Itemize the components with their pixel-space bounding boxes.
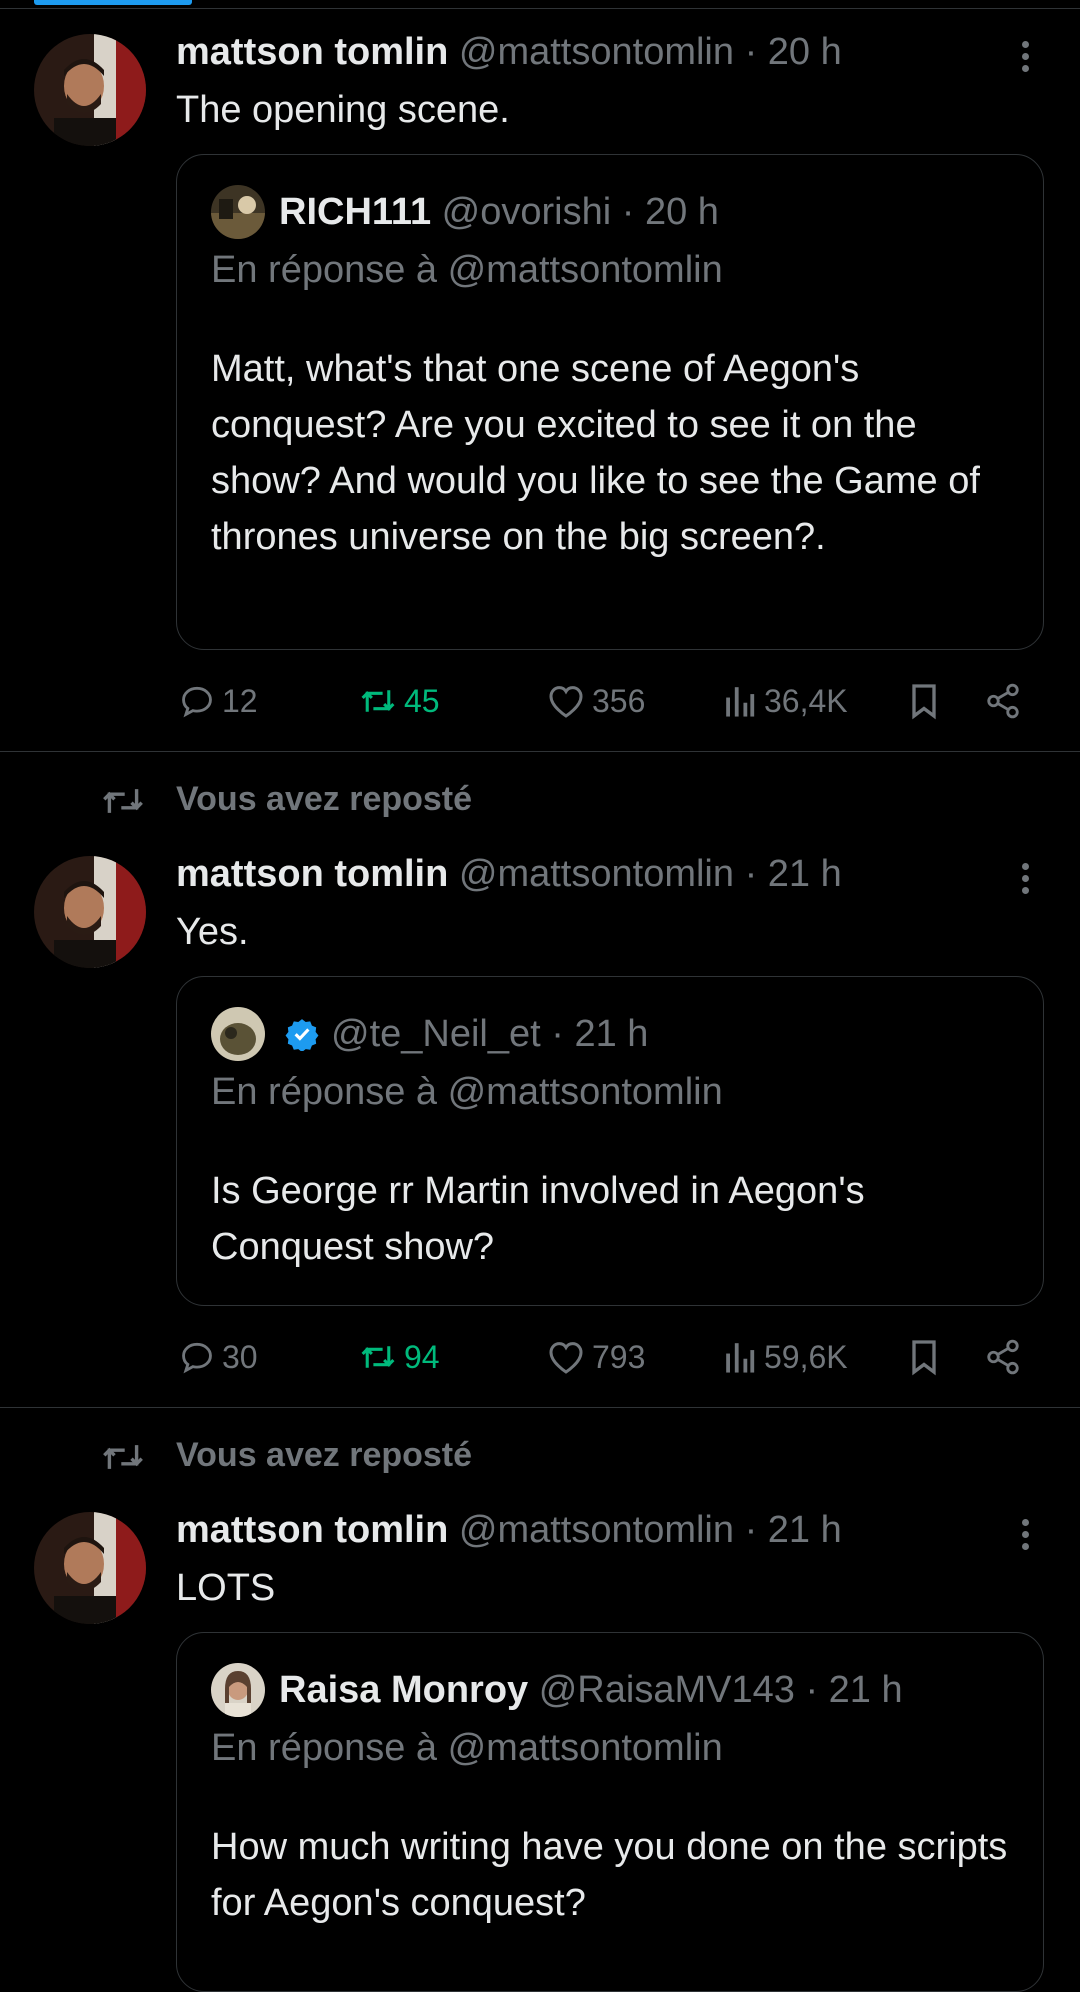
views-button[interactable]: 59,6K [722,1332,848,1382]
views-button[interactable]: 36,4K [722,676,848,726]
bookmark-button[interactable] [906,1332,942,1382]
repost-icon [361,1346,395,1368]
view-count: 36,4K [764,682,848,719]
quote-header: @te_Neil_et · 21 h [211,1007,648,1061]
quote-author-handle: @RaisaMV143 [538,1669,795,1711]
author-avatar[interactable] [34,1512,146,1624]
quote-header: Raisa Monroy @RaisaMV143 · 21 h [211,1663,903,1717]
post-time[interactable]: 21 h [768,1509,842,1551]
reply-icon [182,686,212,718]
repost-count: 45 [404,682,440,719]
post-actions: 12 45 356 36,4K [0,676,1080,726]
author-avatar[interactable] [34,34,146,146]
quote-avatar [211,185,265,239]
post-actions: 30 94 793 59,6K [0,1332,1080,1382]
more-options-icon[interactable] [1010,1512,1040,1556]
repost-icon [103,1445,143,1469]
repost-count: 94 [404,1338,440,1375]
author-avatar[interactable] [34,856,146,968]
bookmark-button[interactable] [906,676,942,726]
quoted-post[interactable]: @te_Neil_et · 21 h En réponse à @mattson… [176,976,1044,1306]
quote-text: Is George rr Martin involved in Aegon's … [211,1170,865,1268]
repost-icon [103,789,143,813]
reply-count: 30 [222,1338,258,1375]
bookmark-icon [912,684,936,720]
share-button[interactable] [984,1332,1022,1382]
author-handle[interactable]: @mattsontomlin [459,31,734,73]
author-name[interactable]: mattson tomlin [176,853,448,895]
analytics-icon [726,687,755,717]
quote-avatar [211,1663,265,1717]
bookmark-icon [912,1340,936,1376]
share-icon [987,1339,1019,1375]
tab-bar [0,0,1080,9]
quote-header: RICH111 @ovorishi · 20 h [211,185,719,239]
like-count: 793 [592,1338,646,1375]
reply-count: 12 [222,682,258,719]
post-header: mattson tomlin @mattsontomlin · 20 h [176,30,842,74]
like-button[interactable]: 356 [546,676,645,726]
repost-button[interactable]: 45 [358,676,440,726]
repost-button[interactable]: 94 [358,1332,440,1382]
view-count: 59,6K [764,1338,848,1375]
heart-icon [549,1342,583,1374]
quote-text: Matt, what's that one scene of Aegon's c… [211,348,980,558]
verified-badge-icon [285,1019,319,1051]
more-options-icon[interactable] [1010,856,1040,900]
quote-time: 20 h [644,191,719,233]
author-name[interactable]: mattson tomlin [176,31,448,73]
heart-icon [549,686,583,718]
repost-icon [361,690,395,712]
separator: · [744,1509,758,1551]
reply-button[interactable]: 12 [178,676,258,726]
quote-author-handle: @te_Neil_et [331,1013,541,1055]
author-handle[interactable]: @mattsontomlin [459,1509,734,1551]
quote-time: 21 h [828,1669,903,1711]
quote-author-handle: @ovorishi [441,191,612,233]
post-text: The opening scene. [176,89,510,131]
author-name[interactable]: mattson tomlin [176,1509,448,1551]
like-count: 356 [592,682,646,719]
post-time[interactable]: 20 h [768,31,842,73]
post-header: mattson tomlin @mattsontomlin · 21 h [176,852,842,896]
analytics-icon [726,1343,755,1373]
active-tab-indicator [34,0,192,5]
quoted-post[interactable]: RICH111 @ovorishi · 20 h En réponse à @m… [176,154,1044,650]
repost-label: Vous avez reposté [176,780,473,818]
quote-time: 21 h [574,1013,649,1055]
post-time[interactable]: 21 h [768,853,842,895]
reply-context: En réponse à @mattsontomlin [211,1727,723,1769]
separator: · [744,31,758,73]
post-divider [0,751,1080,752]
quote-author-name: Raisa Monroy [279,1669,529,1711]
separator: · [621,191,635,233]
reply-context: En réponse à @mattsontomlin [211,249,723,291]
post-divider [0,1407,1080,1408]
reply-icon [182,1342,212,1374]
quote-avatar [211,1007,265,1061]
separator: · [744,853,758,895]
like-button[interactable]: 793 [546,1332,645,1382]
separator: · [551,1013,564,1055]
author-handle[interactable]: @mattsontomlin [459,853,734,895]
post-text: LOTS [176,1567,276,1609]
share-button[interactable] [984,676,1022,726]
quoted-post[interactable]: Raisa Monroy @RaisaMV143 · 21 h En répon… [176,1632,1044,1992]
repost-banner: Vous avez reposté [0,1434,1080,1478]
separator: · [805,1669,819,1711]
more-options-icon[interactable] [1010,34,1040,78]
quote-author-name: RICH111 [279,191,432,233]
repost-label: Vous avez reposté [176,1436,473,1474]
repost-banner: Vous avez reposté [0,778,1080,822]
post-text: Yes. [176,911,249,953]
reply-context: En réponse à @mattsontomlin [211,1071,723,1113]
share-icon [987,683,1019,719]
post-header: mattson tomlin @mattsontomlin · 21 h [176,1508,842,1552]
quote-text: How much writing have you done on the sc… [211,1826,1008,1924]
reply-button[interactable]: 30 [178,1332,258,1382]
